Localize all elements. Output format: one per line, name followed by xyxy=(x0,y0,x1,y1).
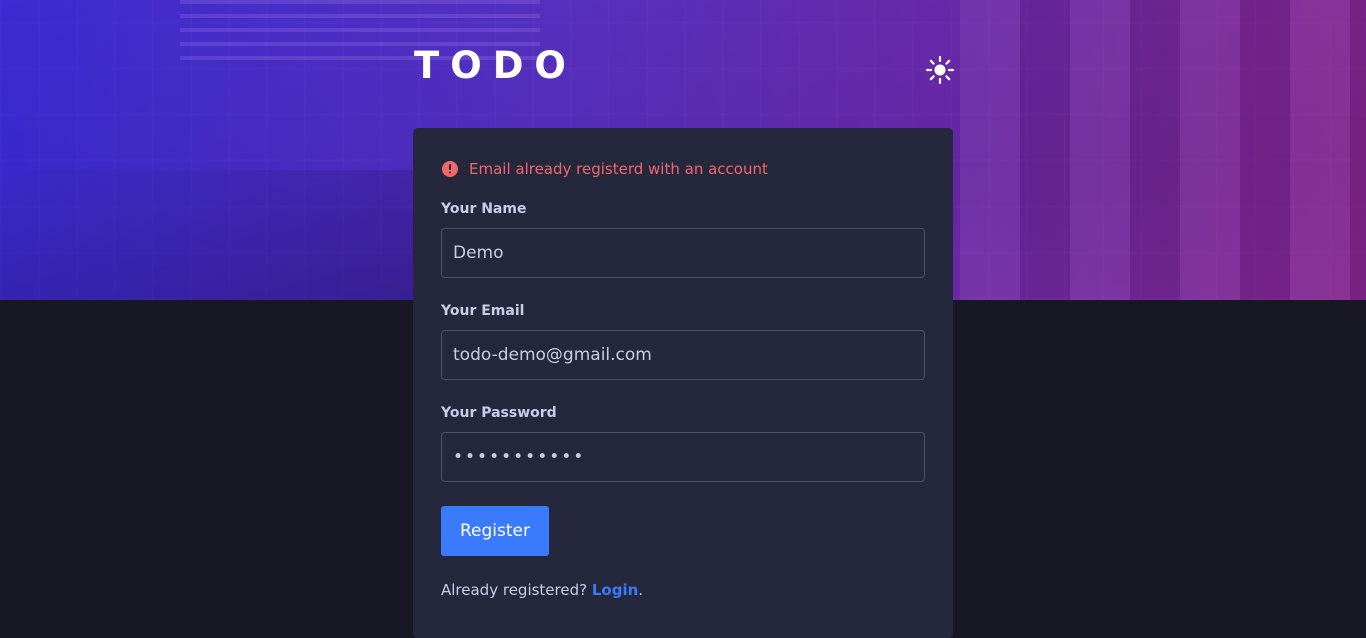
hero-floor-decoration xyxy=(0,170,420,300)
app-logo: TODO xyxy=(414,44,577,87)
alert-circle-icon xyxy=(442,161,458,177)
password-label: Your Password xyxy=(441,405,557,421)
email-label: Your Email xyxy=(441,303,525,319)
login-prompt-end: . xyxy=(638,581,644,599)
hero-pillars-decoration xyxy=(960,0,1366,300)
login-prompt: Already registered? Login. xyxy=(441,581,643,599)
register-button[interactable]: Register xyxy=(441,506,549,556)
theme-toggle-button[interactable] xyxy=(924,54,956,86)
error-message: Email already registerd with an account xyxy=(469,160,768,178)
email-input[interactable] xyxy=(441,330,925,380)
password-input[interactable] xyxy=(441,432,925,482)
name-input[interactable] xyxy=(441,228,925,278)
register-card: Email already registerd with an account … xyxy=(413,128,953,638)
name-label: Your Name xyxy=(441,201,527,217)
error-alert: Email already registerd with an account xyxy=(441,160,768,178)
login-link[interactable]: Login xyxy=(592,581,638,599)
login-prompt-text: Already registered? xyxy=(441,581,592,599)
sun-icon xyxy=(925,55,955,85)
